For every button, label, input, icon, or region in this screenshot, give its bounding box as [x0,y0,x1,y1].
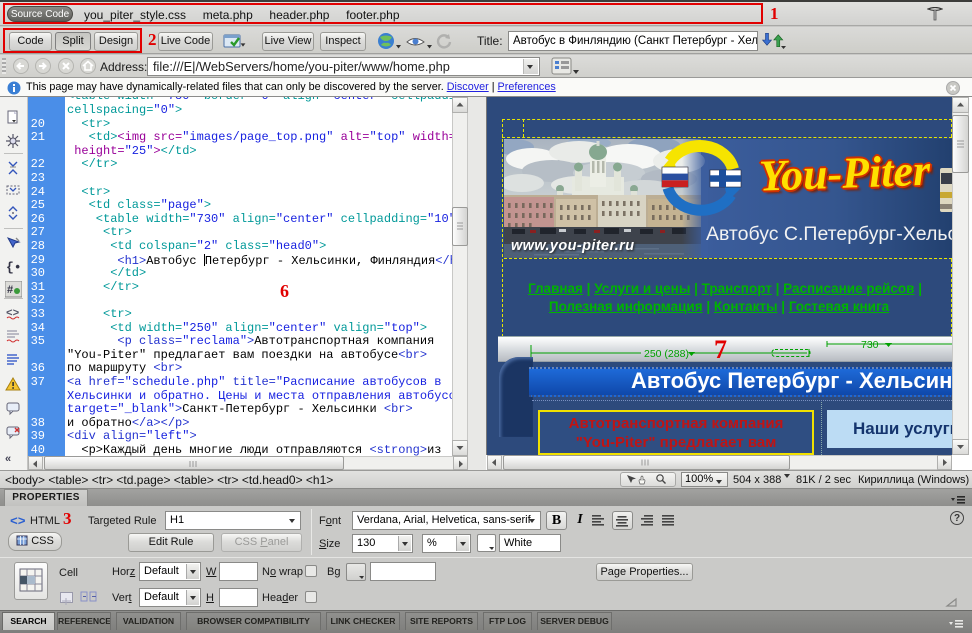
svg-text:730: 730 [861,339,879,351]
svg-text:<>: <> [6,308,20,320]
svg-text:#: # [7,284,13,296]
svg-text:{•}: {•} [6,260,22,275]
svg-text:250 (288): 250 (288) [644,348,689,360]
